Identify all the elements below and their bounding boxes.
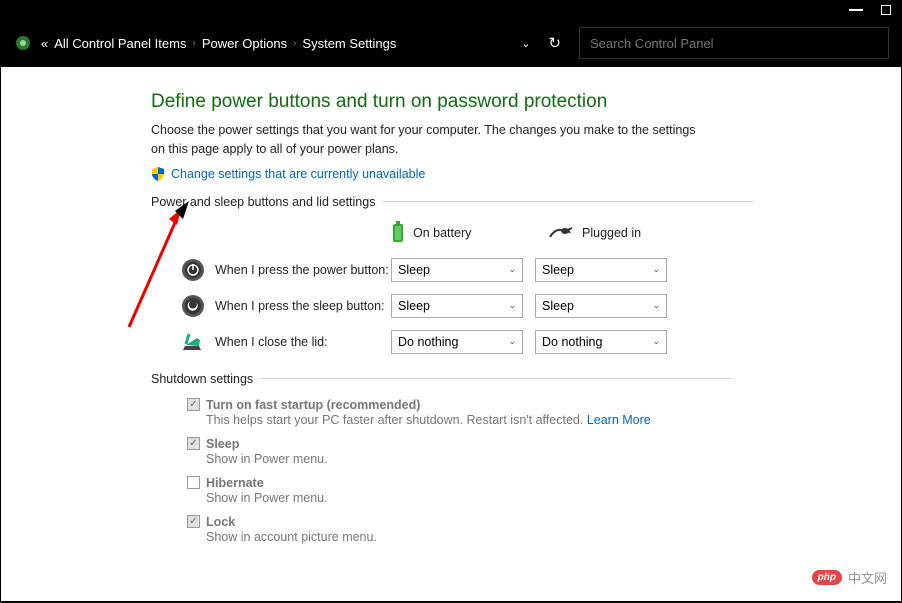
power-button-icon xyxy=(181,258,205,282)
maximize-button[interactable] xyxy=(881,5,891,15)
lock-label: Lock xyxy=(206,515,235,529)
refresh-icon[interactable]: ↻ xyxy=(548,34,561,52)
sleep-button-row: When I press the sleep button: Sleep⌄ Sl… xyxy=(181,294,901,318)
sleep-item: Sleep Show in Power menu. xyxy=(187,437,901,466)
lock-checkbox[interactable] xyxy=(187,515,200,528)
chevron-right-icon: › xyxy=(293,38,296,49)
watermark: php 中文网 xyxy=(812,568,887,587)
power-button-plugged-select[interactable]: Sleep⌄ xyxy=(535,258,667,282)
lid-label: When I close the lid: xyxy=(215,335,391,349)
sleep-label: Sleep xyxy=(206,437,239,451)
page-title: Define power buttons and turn on passwor… xyxy=(151,91,901,113)
minimize-button[interactable] xyxy=(849,9,863,11)
page-description: Choose the power settings that you want … xyxy=(151,121,711,159)
plug-icon xyxy=(548,225,574,242)
content-area: Define power buttons and turn on passwor… xyxy=(1,67,901,601)
hibernate-label: Hibernate xyxy=(206,476,264,490)
sleep-desc: Show in Power menu. xyxy=(206,452,901,466)
fast-startup-item: Turn on fast startup (recommended) This … xyxy=(187,398,901,427)
power-button-label: When I press the power button: xyxy=(215,263,391,277)
watermark-badge: php xyxy=(812,570,842,585)
chevron-right-icon: › xyxy=(192,38,195,49)
breadcrumb-prefix: « xyxy=(41,36,48,51)
sleep-button-battery-select[interactable]: Sleep⌄ xyxy=(391,294,523,318)
power-button-row: When I press the power button: Sleep⌄ Sl… xyxy=(181,258,901,282)
lid-battery-select[interactable]: Do nothing⌄ xyxy=(391,330,523,354)
change-settings-link[interactable]: Change settings that are currently unava… xyxy=(171,167,425,181)
lid-plugged-select[interactable]: Do nothing⌄ xyxy=(535,330,667,354)
plugged-in-label: Plugged in xyxy=(582,226,641,240)
power-section-heading: Power and sleep buttons and lid settings xyxy=(151,195,901,209)
breadcrumb-item[interactable]: All Control Panel Items xyxy=(54,36,186,51)
breadcrumb[interactable]: « All Control Panel Items › Power Option… xyxy=(41,36,396,51)
battery-icon xyxy=(391,221,405,246)
hibernate-checkbox[interactable] xyxy=(187,476,200,489)
shutdown-section-heading: Shutdown settings xyxy=(151,372,901,386)
shield-icon xyxy=(151,167,165,181)
breadcrumb-item[interactable]: System Settings xyxy=(302,36,396,51)
lock-item: Lock Show in account picture menu. xyxy=(187,515,901,544)
chevron-down-icon[interactable]: ⌄ xyxy=(521,37,530,50)
on-battery-label: On battery xyxy=(413,226,471,240)
sleep-button-label: When I press the sleep button: xyxy=(215,299,391,313)
fast-startup-desc: This helps start your PC faster after sh… xyxy=(206,413,901,427)
power-button-battery-select[interactable]: Sleep⌄ xyxy=(391,258,523,282)
breadcrumb-item[interactable]: Power Options xyxy=(202,36,287,51)
fast-startup-checkbox[interactable] xyxy=(187,398,200,411)
sleep-checkbox[interactable] xyxy=(187,437,200,450)
sleep-button-plugged-select[interactable]: Sleep⌄ xyxy=(535,294,667,318)
lock-desc: Show in account picture menu. xyxy=(206,530,901,544)
watermark-text: 中文网 xyxy=(848,568,887,587)
control-panel-icon xyxy=(13,33,33,53)
hibernate-desc: Show in Power menu. xyxy=(206,491,901,505)
hibernate-item: Hibernate Show in Power menu. xyxy=(187,476,901,505)
search-input[interactable] xyxy=(579,27,889,59)
lid-icon xyxy=(181,330,205,354)
titlebar xyxy=(1,1,901,19)
navbar: « All Control Panel Items › Power Option… xyxy=(1,19,901,67)
lid-row: When I close the lid: Do nothing⌄ Do not… xyxy=(181,330,901,354)
sleep-button-icon xyxy=(181,294,205,318)
learn-more-link[interactable]: Learn More xyxy=(587,413,651,427)
fast-startup-label: Turn on fast startup (recommended) xyxy=(206,398,420,412)
